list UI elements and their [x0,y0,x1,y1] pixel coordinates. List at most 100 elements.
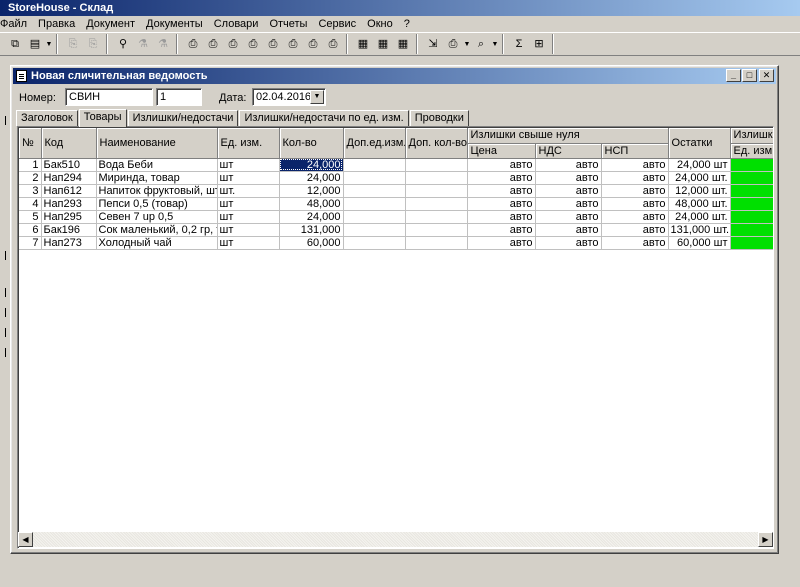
cell-price[interactable]: авто [467,184,536,198]
cell-num[interactable]: 7 [19,236,42,250]
cell-num[interactable]: 5 [19,210,42,224]
table-row[interactable]: 6Бак196Сок маленький, 0,2 гр, товашт131,… [19,223,773,237]
number-suffix-field[interactable]: 1 [156,88,202,106]
header-rest[interactable]: Остатки [668,128,731,159]
cell-add-qty[interactable] [405,236,468,250]
table-row[interactable]: 2 Нап294 Миринда, товар шт 24,000 авто авто авт… [19,171,773,185]
cell-code[interactable]: Нап293 [41,197,97,211]
cell-qty[interactable]: 24,000 [279,210,344,224]
cell-surplus2[interactable] [730,223,773,237]
cell-code[interactable]: Нап294 [41,171,97,185]
report-total-button[interactable]: ▦ [394,35,412,53]
date-picker[interactable]: 02.04.2016 ▼ [252,88,326,106]
cell-unit[interactable]: шт [217,236,280,250]
chevron-down-icon[interactable]: ▼ [45,41,53,48]
cell-qty[interactable]: 48,000 [279,197,344,211]
cell-add-qty[interactable] [405,158,468,172]
header-qty[interactable]: Кол-во [279,128,344,159]
cell-code[interactable]: Бак510 [41,158,97,172]
cell-rest[interactable]: 60,000 шт [668,236,731,250]
tab-0[interactable]: Заголовок [16,110,78,126]
minimize-button[interactable]: _ [726,69,741,82]
header-add-unit[interactable]: Доп.ед.изм. [343,128,406,159]
scroll-left-icon[interactable]: ◀ [18,532,33,547]
cell-price[interactable]: авто [467,171,536,185]
cell-add-qty[interactable] [405,171,468,185]
header-add-qty[interactable]: Доп. кол-во [405,128,468,159]
cell-unit[interactable]: шт [217,158,280,172]
print-button[interactable]: ⎙ [444,35,462,53]
cell-rest[interactable]: 24,000 шт. [668,210,731,224]
cell-add-unit[interactable] [343,236,406,250]
horizontal-scrollbar[interactable]: ◀ ▶ [18,532,773,547]
cell-qty[interactable]: 24,000 [279,171,344,185]
filter-clear-disabled-button[interactable]: ⚗ [154,35,172,53]
number-field[interactable]: СВИН [65,88,153,106]
menu-item-4[interactable]: Словари [209,16,265,32]
chevron-down-icon[interactable]: ▼ [310,90,324,104]
cell-code[interactable]: Нап295 [41,210,97,224]
header-code[interactable]: Код [41,128,97,159]
cell-unit[interactable]: шт [217,223,280,237]
cell-add-unit[interactable] [343,197,406,211]
doc-book-button[interactable]: ⎙ [324,35,342,53]
tab-1[interactable]: Товары [78,109,127,127]
cell-qty[interactable]: 12,000 [279,184,344,198]
cell-nsp[interactable]: авто [601,171,669,185]
cell-nsp[interactable]: авто [601,158,669,172]
cell-add-qty[interactable] [405,197,468,211]
cell-vat[interactable]: авто [535,197,602,211]
cell-nsp[interactable]: авто [601,210,669,224]
cell-qty[interactable]: 131,000 [279,223,344,237]
header-surplus2[interactable]: Излишк [730,128,773,144]
cell-rest[interactable]: 24,000 шт [668,158,731,172]
cell-num[interactable]: 4 [19,197,42,211]
doc-return-button[interactable]: ⎙ [264,35,282,53]
cell-code[interactable]: Нап612 [41,184,97,198]
menu-item-0[interactable]: Файл [0,16,33,32]
menu-item-5[interactable]: Отчеты [264,16,313,32]
cell-surplus2[interactable] [730,210,773,224]
cell-nsp[interactable]: авто [601,236,669,250]
cell-num[interactable]: 1 [19,158,42,172]
cell-nsp[interactable]: авто [601,184,669,198]
doc-check-button[interactable]: ⎙ [284,35,302,53]
close-button[interactable]: ✕ [759,69,774,82]
cell-num[interactable]: 6 [19,223,42,237]
doc-new-button[interactable]: ⎙ [184,35,202,53]
cell-rest[interactable]: 12,000 шт. [668,184,731,198]
preview-button[interactable]: ⌕ [472,35,490,53]
cell-add-unit[interactable] [343,158,406,172]
maximize-button[interactable]: □ [742,69,757,82]
doc-calc-button[interactable]: ⎙ [304,35,322,53]
cell-rest[interactable]: 24,000 шт. [668,171,731,185]
report-in-button[interactable]: ▦ [354,35,372,53]
cell-name[interactable]: Вода Беби [96,158,218,172]
menu-item-7[interactable]: Окно [362,16,399,32]
header-price[interactable]: Цена [467,143,536,159]
header-surplus2-unit[interactable]: Ед. изм. [730,143,773,159]
cell-add-unit[interactable] [343,210,406,224]
cell-vat[interactable]: авто [535,223,602,237]
cell-nsp[interactable]: авто [601,223,669,237]
menu-item-3[interactable]: Документы [141,16,209,32]
table-row[interactable]: 3 Нап612 Напиток фруктовый, шт шт. 12,000 авт… [19,184,773,198]
cell-add-unit[interactable] [343,223,406,237]
header-vat[interactable]: НДС [535,143,602,159]
cell-vat[interactable]: авто [535,158,602,172]
header-name[interactable]: Наименование [96,128,218,159]
menu-item-6[interactable]: Сервис [313,16,362,32]
cell-num[interactable]: 2 [19,171,42,185]
cell-price[interactable]: авто [467,223,536,237]
cell-price[interactable]: авто [467,236,536,250]
header-surplus-group[interactable]: Излишки свыше нуля [467,128,669,144]
cell-num[interactable]: 3 [19,184,42,198]
header-nsp[interactable]: НСП [601,143,669,159]
document-window-title[interactable]: Новая сличительная ведомость [13,68,776,84]
cell-code[interactable]: Бак196 [41,223,97,237]
paste-disabled-button[interactable]: ⎘ [84,35,102,53]
cell-surplus2[interactable] [730,236,773,250]
table-row[interactable]: 4 Нап293 Пепси 0,5 (товар) шт 48,000 авто авто… [19,197,773,211]
cell-name[interactable]: Севен 7 up 0,5 [96,210,218,224]
tab-3[interactable]: Излишки/недостачи по ед. изм. [239,110,409,126]
